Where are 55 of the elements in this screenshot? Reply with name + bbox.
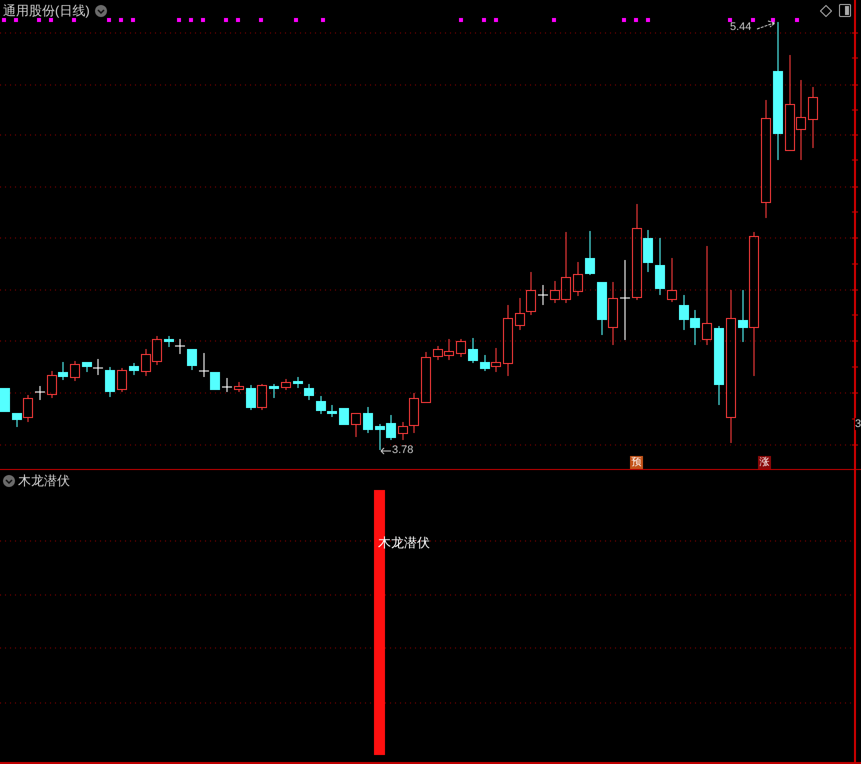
candlestick xyxy=(456,338,466,358)
axis-label: 3 xyxy=(855,418,861,430)
candlestick xyxy=(808,86,818,148)
candlestick xyxy=(339,408,349,426)
candlestick xyxy=(222,378,232,392)
candlestick xyxy=(468,338,478,364)
candlestick xyxy=(679,294,689,330)
candlestick xyxy=(174,338,186,354)
candlestick xyxy=(34,386,46,400)
candlestick xyxy=(667,258,677,302)
candlestick xyxy=(597,282,607,336)
candlestick xyxy=(129,362,139,376)
candlestick xyxy=(585,230,595,276)
candlestick xyxy=(351,412,361,438)
candlestick xyxy=(117,368,127,392)
arrow-icon xyxy=(380,448,392,454)
candlestick xyxy=(503,304,513,376)
candlestick xyxy=(386,414,396,440)
candlestick xyxy=(293,376,303,388)
candlestick xyxy=(234,382,244,392)
candlestick xyxy=(526,272,536,316)
signal-badge: 涨 xyxy=(758,456,771,469)
candlestick xyxy=(141,348,151,376)
candlestick xyxy=(164,336,174,348)
candlestick xyxy=(690,310,700,346)
candlestick xyxy=(608,282,618,346)
signal-badge: 预 xyxy=(630,456,643,469)
candlestick xyxy=(573,262,583,296)
candlestick xyxy=(538,284,548,306)
candlestick xyxy=(281,378,291,390)
panel-toggle-icon[interactable] xyxy=(839,4,851,17)
dropdown-icon[interactable] xyxy=(3,475,15,487)
candlestick xyxy=(210,372,220,390)
candlestick xyxy=(187,348,197,370)
candlestick xyxy=(152,336,162,366)
candlestick xyxy=(0,388,10,412)
chart-title: 通用股份(日线) xyxy=(3,3,90,19)
candlestick xyxy=(198,352,210,378)
diamond-icon[interactable] xyxy=(820,5,832,17)
candlestick xyxy=(655,238,665,296)
price-label: 3.78 xyxy=(392,444,414,456)
candlestick xyxy=(269,384,279,398)
arrow-icon xyxy=(756,20,776,30)
candlestick xyxy=(70,360,80,382)
candlestick xyxy=(105,366,115,398)
candlestick xyxy=(375,424,385,450)
candlestick xyxy=(304,384,314,400)
candlestick xyxy=(363,406,373,434)
candlestick xyxy=(515,298,525,330)
dropdown-icon[interactable] xyxy=(94,5,107,17)
indicator-title: 木龙潜伏 xyxy=(18,473,70,489)
candlestick xyxy=(257,384,267,410)
candlestick xyxy=(421,352,431,404)
candlestick xyxy=(246,384,256,410)
price-label: 5.44 xyxy=(730,21,752,33)
